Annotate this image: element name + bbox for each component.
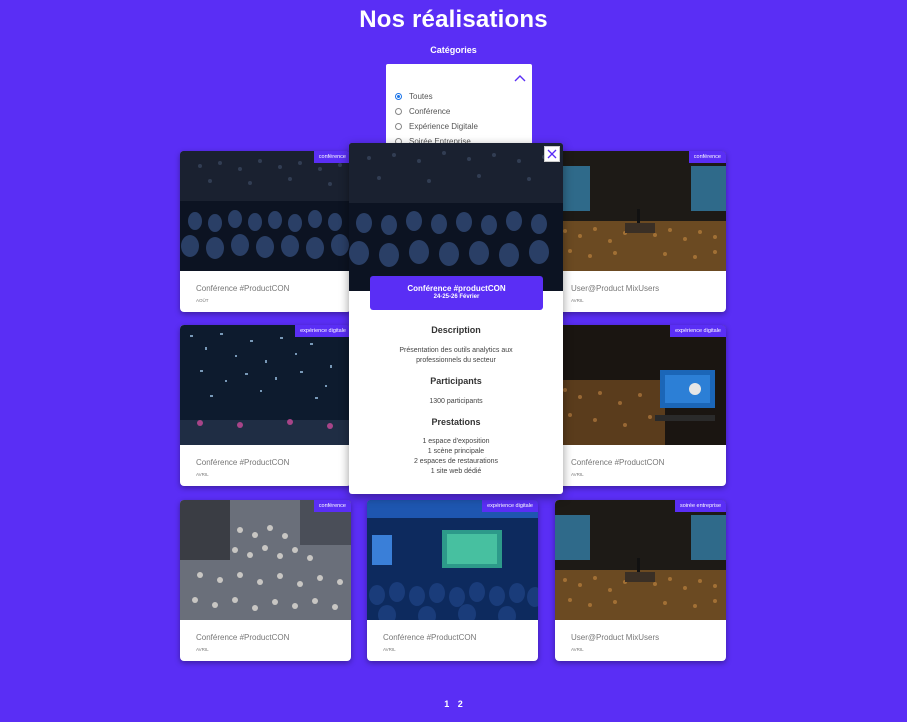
page-link-2[interactable]: 2 bbox=[458, 699, 463, 709]
radio-button[interactable] bbox=[395, 122, 402, 130]
pagination: 1 2 bbox=[0, 699, 907, 709]
page-title: Nos réalisations bbox=[359, 6, 548, 33]
prestation-item: 1 scène principale bbox=[427, 448, 485, 455]
card-image bbox=[555, 325, 726, 445]
card-image bbox=[555, 151, 726, 271]
categories-label: Catégories bbox=[430, 45, 477, 55]
card-image bbox=[180, 500, 351, 620]
card-title: Conférence #ProductCON bbox=[571, 458, 665, 467]
category-badge: soirée entreprise bbox=[675, 500, 726, 512]
radio-button[interactable] bbox=[395, 92, 402, 100]
description-line: professionnels du secteur bbox=[416, 357, 496, 364]
project-card[interactable]: expérience digitale Conférence #ProductC… bbox=[180, 325, 351, 486]
project-card[interactable]: conférence Conférence #ProductCON AOÛT bbox=[180, 151, 351, 312]
card-image bbox=[180, 151, 351, 271]
modal-dates: 24-25-26 Février bbox=[433, 294, 480, 300]
radio-button[interactable] bbox=[395, 107, 402, 115]
card-month: AVRIL bbox=[196, 472, 209, 477]
card-title: Conférence #ProductCON bbox=[196, 284, 290, 293]
card-image bbox=[555, 500, 726, 620]
chevron-up-icon[interactable] bbox=[514, 74, 526, 82]
project-card[interactable]: soirée entreprise User@Product MixUsers … bbox=[555, 500, 726, 661]
category-badge: conférence bbox=[313, 151, 351, 163]
category-badge: expérience digitale bbox=[482, 500, 538, 512]
participants-heading: Participants bbox=[430, 376, 482, 386]
page-link-1[interactable]: 1 bbox=[444, 699, 449, 709]
close-icon bbox=[547, 149, 557, 159]
card-month: AVRIL bbox=[571, 647, 584, 652]
modal-image bbox=[349, 143, 563, 291]
category-option-conference[interactable]: Conférence bbox=[395, 105, 450, 117]
category-dropdown[interactable]: Toutes Conférence Expérience Digitale So… bbox=[386, 64, 532, 154]
card-title: Conférence #ProductCON bbox=[196, 633, 290, 642]
project-card[interactable]: conférence User@Product MixUsers AVRIL bbox=[555, 151, 726, 312]
card-title: Conférence #ProductCON bbox=[196, 458, 290, 467]
category-badge: conférence bbox=[313, 500, 351, 512]
prestation-item: 1 espace d'exposition bbox=[422, 438, 490, 445]
card-title: Conférence #ProductCON bbox=[383, 633, 477, 642]
prestations-heading: Prestations bbox=[431, 417, 481, 427]
category-badge: expérience digitale bbox=[295, 325, 351, 337]
card-title: User@Product MixUsers bbox=[571, 633, 660, 642]
card-month: AVRIL bbox=[196, 647, 209, 652]
description-text: Présentation des outils analytics aux pr… bbox=[349, 346, 563, 366]
description-line: Présentation des outils analytics aux bbox=[399, 347, 513, 354]
project-card[interactable]: expérience digitale Conférence #ProductC… bbox=[367, 500, 538, 661]
prestations-list: 1 espace d'exposition 1 scène principale… bbox=[349, 437, 563, 477]
card-month: AVRIL bbox=[383, 647, 396, 652]
card-image bbox=[367, 500, 538, 620]
participants-text: 1300 participants bbox=[429, 398, 483, 405]
category-option-label: Toutes bbox=[409, 91, 433, 101]
card-title: User@Product MixUsers bbox=[571, 284, 660, 293]
prestation-item: 2 espaces de restaurations bbox=[413, 458, 499, 465]
prestation-item: 1 site web dédié bbox=[430, 468, 482, 475]
project-card[interactable]: expérience digitale Conférence #ProductC… bbox=[555, 325, 726, 486]
category-badge: expérience digitale bbox=[670, 325, 726, 337]
category-option-toutes[interactable]: Toutes bbox=[395, 90, 433, 102]
card-month: AOÛT bbox=[196, 298, 209, 303]
card-image bbox=[180, 325, 351, 445]
category-option-label: Conférence bbox=[409, 106, 451, 116]
modal-title: Conférence #productCON bbox=[407, 284, 506, 293]
close-button[interactable] bbox=[544, 146, 560, 162]
project-detail-modal: Conférence #productCON 24-25-26 Février … bbox=[349, 143, 563, 494]
category-option-experience-digitale[interactable]: Expérience Digitale bbox=[395, 120, 478, 132]
description-heading: Description bbox=[431, 325, 481, 335]
modal-title-banner: Conférence #productCON 24-25-26 Février bbox=[370, 276, 543, 310]
category-badge: conférence bbox=[688, 151, 726, 163]
project-card[interactable]: conférence Conférence #ProductCON AVRIL bbox=[180, 500, 351, 661]
card-month: AVRIL bbox=[571, 472, 584, 477]
card-month: AVRIL bbox=[571, 298, 584, 303]
category-option-label: Expérience Digitale bbox=[409, 121, 478, 131]
